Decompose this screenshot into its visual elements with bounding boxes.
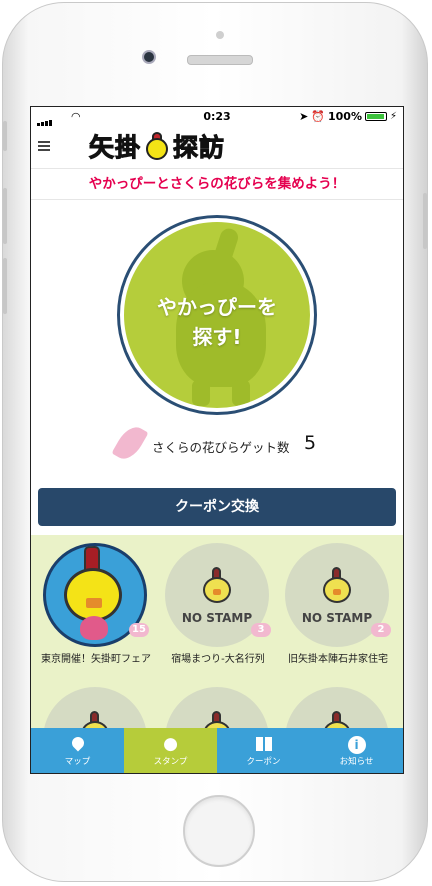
volume-down-button — [3, 258, 7, 314]
alarm-icon: ⏰ — [311, 110, 325, 123]
stamp-label: 宿場まつり-大名行列 — [171, 654, 265, 665]
petal-badge: 3 — [251, 623, 271, 637]
headline-banner: やかっぴーとさくらの花びらを集めよう！ — [31, 168, 403, 200]
search-circle-inner: やかっぴーを 探す! — [124, 222, 310, 408]
search-label-line2: 探す! — [192, 325, 242, 349]
stamp-grid: 15 東京開催！矢掛町フェア NO STAMP 3 宿場まつり-大名行列 NO … — [31, 535, 403, 731]
volume-up-button — [3, 188, 7, 244]
search-yakappy-button[interactable]: やかっぴーを 探す! — [117, 215, 317, 415]
battery-icon — [364, 112, 387, 121]
no-stamp-text: NO STAMP — [181, 611, 253, 625]
petal-count-label: さくらの花びらゲット数 — [152, 440, 290, 455]
gift-icon — [217, 731, 310, 755]
petal-count-value: 5 — [304, 432, 317, 454]
app-screen: ◠ 0:23 ➤ ⏰ 100% ⚡ 矢掛 探訪 やかっぴーとさくらの花びらを集め… — [30, 106, 404, 774]
tab-label: お知らせ — [339, 757, 374, 767]
earpiece-speaker — [187, 55, 253, 65]
hamburger-menu-icon[interactable] — [38, 141, 50, 151]
sakura-petal-icon — [111, 421, 149, 465]
proximity-sensor — [216, 31, 224, 39]
mascot-silhouette-leg — [232, 380, 250, 406]
app-header: 矢掛 探訪 — [31, 127, 403, 167]
logo-text-right: 探訪 — [173, 133, 226, 163]
mascot-silhouette-leg — [192, 380, 210, 406]
mascot-icon — [321, 567, 353, 607]
mute-switch — [3, 121, 7, 151]
petal-badge: 2 — [371, 623, 391, 637]
map-pin-icon — [31, 731, 124, 755]
petal-count-row: さくらの花びらゲット数 5 — [31, 421, 403, 467]
app-logo: 矢掛 探訪 — [88, 129, 226, 163]
front-camera — [142, 50, 156, 64]
logo-chick-icon — [143, 132, 171, 160]
tab-label: クーポン — [246, 757, 281, 767]
status-right: ➤ ⏰ 100% ⚡ — [299, 110, 397, 123]
stamp-label: 旧矢掛本陣石井家住宅 — [288, 654, 388, 665]
search-label-line1: やかっぴーを — [157, 295, 277, 319]
tab-map[interactable]: マップ — [31, 728, 124, 773]
stamp-image — [165, 687, 269, 731]
tab-label: マップ — [64, 757, 91, 767]
tab-stamp[interactable]: ● スタンプ — [124, 728, 217, 773]
info-icon: i — [310, 731, 403, 755]
power-button — [423, 193, 427, 249]
tab-coupon[interactable]: クーポン — [217, 728, 310, 773]
heart-icon — [80, 616, 108, 640]
logo-text-left: 矢掛 — [88, 133, 142, 163]
tab-label: スタンプ — [153, 757, 188, 767]
stamp-image — [285, 687, 389, 731]
status-bar: ◠ 0:23 ➤ ⏰ 100% ⚡ — [31, 107, 403, 127]
charging-icon: ⚡ — [389, 111, 397, 122]
battery-percent: 100% — [327, 110, 362, 123]
tab-news[interactable]: i お知らせ — [310, 728, 403, 773]
location-icon: ➤ — [299, 110, 309, 123]
search-label: やかっぴーを 探す! — [124, 292, 310, 352]
stamp-image — [43, 687, 147, 731]
no-stamp-text: NO STAMP — [301, 611, 373, 625]
mascot-icon — [201, 567, 233, 607]
bottom-tab-bar: マップ ● スタンプ クーポン i お知らせ — [31, 728, 403, 773]
stamp-label: 東京開催！矢掛町フェア — [41, 654, 151, 665]
petal-badge: 15 — [129, 623, 149, 637]
coupon-exchange-button[interactable]: クーポン交換 — [38, 488, 396, 526]
home-button[interactable] — [183, 795, 255, 867]
chick-icon: ● — [163, 734, 178, 754]
